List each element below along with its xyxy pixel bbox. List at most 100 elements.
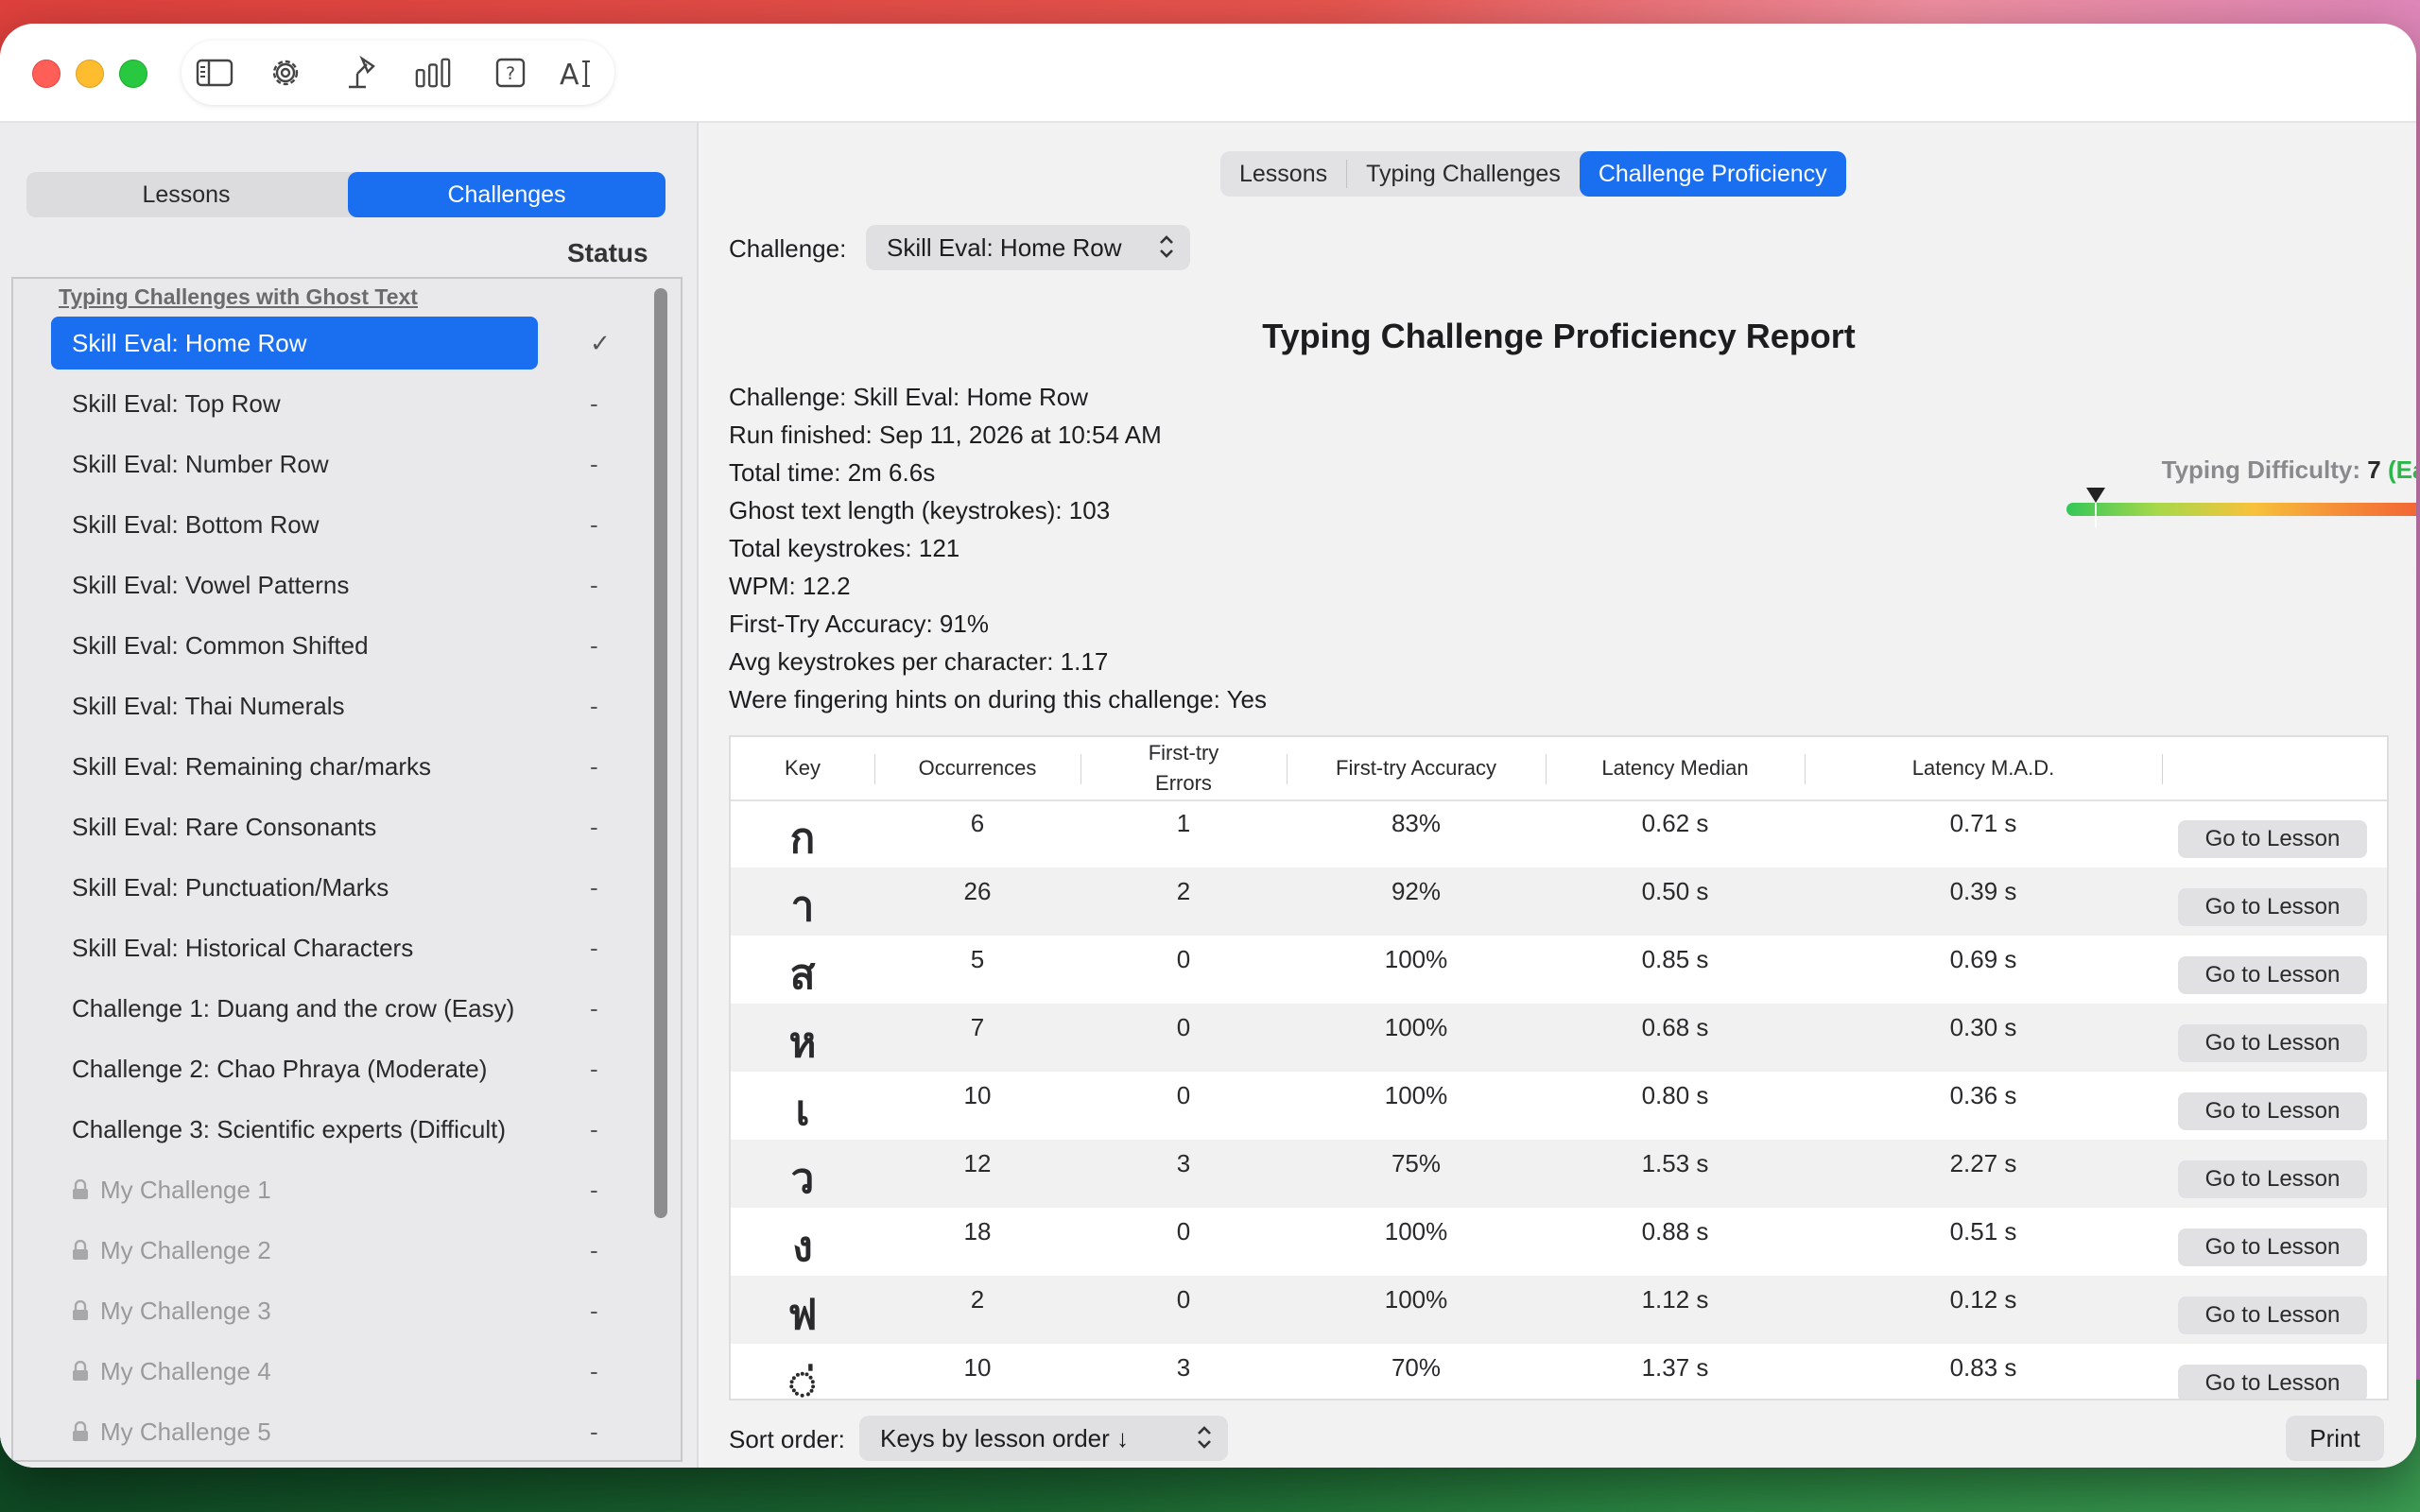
list-item-status: - (590, 449, 598, 478)
go-to-lesson-button[interactable]: Go to Lesson (2178, 1024, 2367, 1062)
bar-chart-icon[interactable] (414, 54, 452, 92)
cell-occurrences: 12 (963, 1149, 992, 1177)
list-item[interactable]: Challenge 2: Chao Phraya (Moderate) - (51, 1042, 637, 1095)
list-item[interactable]: Skill Eval: Rare Consonants - (51, 800, 637, 853)
text-size-icon[interactable]: A (558, 54, 596, 92)
list-item[interactable]: My Challenge 1 - (51, 1163, 637, 1216)
cell-latency-mad: 0.83 s (1949, 1353, 2017, 1382)
cell-first-try-accuracy: 100% (1384, 1081, 1448, 1109)
help-icon[interactable]: ? (492, 54, 529, 92)
challenge-label: Challenge: (729, 234, 847, 263)
list-item[interactable]: Skill Eval: Number Row - (51, 438, 637, 490)
list-item[interactable]: Challenge 1: Duang and the crow (Easy) - (51, 982, 637, 1035)
challenge-select[interactable]: Skill Eval: Home Row (866, 225, 1190, 270)
list-item-status: - (590, 509, 598, 539)
minimize-window-button[interactable] (76, 60, 104, 88)
cell-key: ว (790, 1155, 815, 1203)
summary-wpm: WPM: 12.2 (729, 572, 851, 600)
column-divider (2162, 754, 2163, 784)
sidebar-toggle-icon[interactable] (196, 54, 233, 92)
list-item-label: Skill Eval: Home Row (72, 328, 307, 357)
summary-first-try-accuracy: First-Try Accuracy: 91% (729, 610, 989, 638)
cell-first-try-errors: 0 (1176, 1081, 1191, 1109)
column-header-first-try-accuracy[interactable]: First-try Accuracy (1287, 737, 1546, 799)
cell-latency-median: 1.12 s (1641, 1285, 1709, 1314)
list-item-label: My Challenge 3 (100, 1296, 271, 1325)
list-item[interactable]: Skill Eval: Vowel Patterns - (51, 558, 637, 611)
tab-lessons[interactable]: Lessons (1220, 151, 1346, 197)
list-item[interactable]: My Challenge 2 - (51, 1224, 637, 1277)
go-to-lesson-button[interactable]: Go to Lesson (2178, 888, 2367, 926)
table-row: ◌่ 10 3 70% 1.37 s 0.83 s Go to Lesson (731, 1344, 2387, 1399)
list-item-status: - (590, 388, 598, 418)
cell-key: ห (788, 1019, 817, 1067)
column-header-first-try-errors[interactable]: First-try Errors (1080, 737, 1287, 799)
go-to-lesson-button[interactable]: Go to Lesson (2178, 1365, 2367, 1399)
svg-text:?: ? (506, 63, 515, 84)
tab-challenge-proficiency[interactable]: Challenge Proficiency (1579, 151, 1846, 197)
list-item[interactable]: My Challenge 4 - (51, 1345, 637, 1398)
list-item-status: - (590, 993, 598, 1022)
column-header-key[interactable]: Key (731, 737, 874, 799)
column-header-latency-mad[interactable]: Latency M.A.D. (1805, 737, 2162, 799)
go-to-lesson-button[interactable]: Go to Lesson (2178, 1228, 2367, 1266)
list-item[interactable]: Skill Eval: Thai Numerals - (51, 679, 637, 732)
list-item-status: - (590, 1175, 598, 1204)
zoom-window-button[interactable] (119, 60, 147, 88)
cell-latency-mad: 0.69 s (1949, 945, 2017, 973)
list-item[interactable]: Skill Eval: Historical Characters - (51, 921, 637, 974)
list-item[interactable]: Skill Eval: Common Shifted - (51, 619, 637, 672)
go-to-lesson-button[interactable]: Go to Lesson (2178, 820, 2367, 858)
tab-typing-challenges[interactable]: Typing Challenges (1347, 151, 1580, 197)
column-header-latency-median[interactable]: Latency Median (1546, 737, 1805, 799)
cell-occurrences: 26 (963, 877, 992, 905)
list-item[interactable]: Skill Eval: Bottom Row - (51, 498, 637, 551)
report-summary: Challenge: Skill Eval: Home Row Run fini… (729, 378, 1267, 718)
sidebar-scrollbar[interactable] (654, 288, 667, 1218)
list-item[interactable]: Challenge 3: Scientific experts (Difficu… (51, 1103, 637, 1156)
cell-latency-median: 0.50 s (1641, 877, 1709, 905)
column-header-occurrences[interactable]: Occurrences (874, 737, 1080, 799)
difficulty-label: Typing Difficulty: (2161, 455, 2361, 484)
list-item[interactable]: Skill Eval: Home Row ✓ (51, 317, 637, 369)
cell-first-try-errors: 1 (1176, 809, 1191, 837)
segment-challenges[interactable]: Challenges (348, 172, 666, 217)
list-item-status: - (590, 1356, 598, 1385)
close-window-button[interactable] (32, 60, 60, 88)
list-item[interactable]: Skill Eval: Punctuation/Marks - (51, 861, 637, 914)
list-item-status: - (590, 691, 598, 720)
cell-first-try-errors: 0 (1176, 1013, 1191, 1041)
list-group-header: Typing Challenges with Ghost Text (59, 284, 418, 309)
list-item-label: My Challenge 4 (100, 1356, 271, 1385)
cell-occurrences: 10 (963, 1353, 992, 1382)
go-to-lesson-button[interactable]: Go to Lesson (2178, 1092, 2367, 1130)
cell-latency-mad: 0.30 s (1949, 1013, 2017, 1041)
lamp-icon[interactable] (340, 54, 378, 92)
list-item[interactable]: Skill Eval: Remaining char/marks - (51, 740, 637, 793)
cell-latency-median: 0.68 s (1641, 1013, 1709, 1041)
segment-lessons[interactable]: Lessons (26, 172, 346, 217)
cell-first-try-errors: 3 (1176, 1353, 1191, 1382)
lock-icon (73, 1361, 88, 1381)
list-item-label: Skill Eval: Bottom Row (72, 509, 320, 539)
go-to-lesson-button[interactable]: Go to Lesson (2178, 1160, 2367, 1198)
svg-text:A: A (560, 59, 579, 90)
go-to-lesson-button[interactable]: Go to Lesson (2178, 1297, 2367, 1334)
cell-key: ส (789, 951, 816, 999)
list-item-label: Skill Eval: Vowel Patterns (72, 570, 350, 599)
sort-order-label: Sort order: (729, 1425, 845, 1453)
cell-first-try-errors: 0 (1176, 1217, 1191, 1246)
sort-order-select[interactable]: Keys by lesson order ↓ (859, 1416, 1228, 1461)
go-to-lesson-button[interactable]: Go to Lesson (2178, 956, 2367, 994)
tab-bar: Lessons Typing Challenges Challenge Prof… (1220, 151, 1846, 197)
print-button[interactable]: Print (2286, 1416, 2384, 1461)
table-row: ง 18 0 100% 0.88 s 0.51 s Go to Lesson (731, 1208, 2387, 1276)
list-item-label: Skill Eval: Historical Characters (72, 933, 414, 962)
gear-icon[interactable] (267, 54, 304, 92)
list-item-label: My Challenge 5 (100, 1417, 271, 1446)
list-item[interactable]: My Challenge 5 - (51, 1405, 637, 1458)
list-item[interactable]: My Challenge 3 - (51, 1284, 637, 1337)
list-item[interactable]: Skill Eval: Top Row - (51, 377, 637, 430)
table-row: เ 10 0 100% 0.80 s 0.36 s Go to Lesson (731, 1072, 2387, 1140)
cell-first-try-accuracy: 100% (1384, 1013, 1448, 1041)
